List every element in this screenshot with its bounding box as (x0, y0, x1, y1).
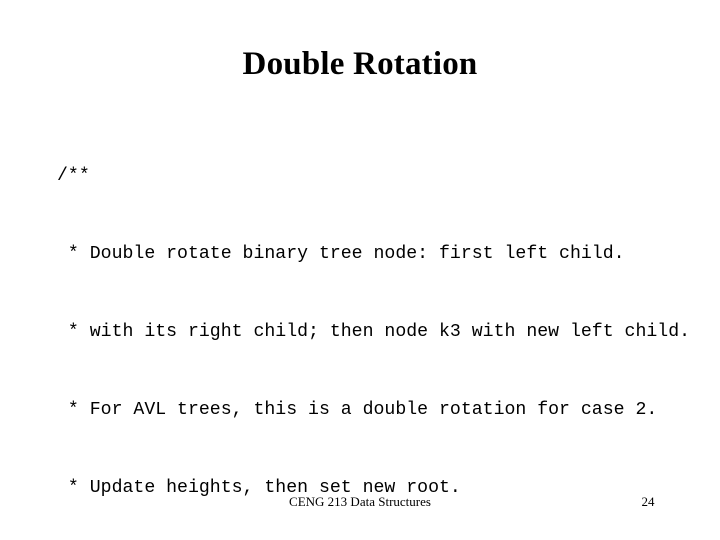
footer-page-number: 24 (641, 494, 655, 509)
code-line: /** (57, 166, 90, 186)
slide-canvas: Double Rotation /** * Double rotate bina… (0, 0, 720, 540)
code-block: /** * Double rotate binary tree node: fi… (57, 111, 707, 540)
code-line: * with its right child; then node k3 wit… (57, 322, 691, 342)
code-line: * For AVL trees, this is a double rotati… (57, 400, 658, 420)
code-line: * Double rotate binary tree node: first … (57, 244, 625, 264)
page-title: Double Rotation (242, 46, 478, 82)
